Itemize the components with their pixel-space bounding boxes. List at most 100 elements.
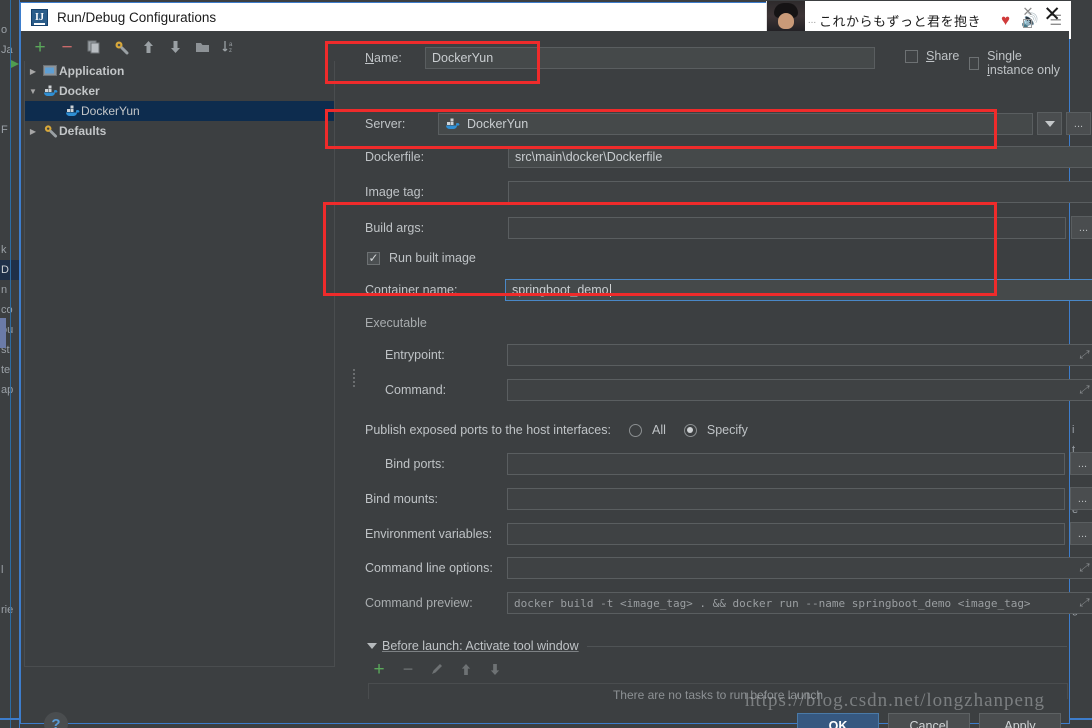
tree-item-label: Docker	[59, 84, 100, 98]
run-built-image-checkbox[interactable]	[367, 251, 380, 265]
new-folder-button[interactable]	[194, 39, 210, 55]
application-icon	[41, 65, 59, 77]
ok-button[interactable]: OK	[797, 713, 879, 728]
help-button[interactable]: ?	[44, 712, 68, 728]
run-built-image-row[interactable]: Run built image	[367, 251, 476, 265]
move-task-up-button	[458, 661, 474, 677]
edit-templates-button[interactable]	[113, 39, 129, 55]
move-down-button[interactable]	[167, 39, 183, 55]
defaults-icon	[41, 124, 59, 138]
ports-all-radio[interactable]	[628, 423, 642, 437]
background-code-line	[1070, 300, 1092, 320]
dockerfile-field-row: Dockerfile: src\main\docker\Dockerfile	[365, 146, 1092, 168]
single-instance-checkbox[interactable]	[969, 56, 980, 70]
expand-triangle-icon[interactable]: ▶	[25, 67, 41, 76]
panel-splitter[interactable]	[352, 367, 356, 393]
publish-ports-label: Publish exposed ports to the host interf…	[365, 423, 611, 437]
add-task-button[interactable]: +	[371, 660, 387, 679]
close-icon[interactable]: ✕	[1039, 4, 1065, 25]
command-row: Command: ⤢	[385, 379, 1092, 401]
ports-specify-radio[interactable]	[683, 423, 697, 437]
background-code-line	[1070, 60, 1092, 80]
bind-ports-browse-button[interactable]: ...	[1070, 452, 1092, 475]
expand-icon[interactable]: ⤢	[1079, 349, 1088, 362]
ports-all-label: All	[651, 423, 666, 437]
command-input[interactable]: ⤢	[507, 379, 1092, 401]
build-args-input[interactable]	[508, 216, 1066, 239]
apply-button[interactable]: Apply	[979, 713, 1061, 728]
env-vars-label: Environment variables:	[365, 526, 493, 541]
bind-ports-row: Bind ports: ...	[385, 452, 1092, 475]
name-field-row: Name: DockerYun	[365, 47, 875, 69]
expand-icon[interactable]: ⤢	[1079, 384, 1088, 397]
tree-item-dockeryun[interactable]: DockerYun	[25, 101, 334, 121]
expand-icon[interactable]: ⤢	[1079, 562, 1088, 575]
sort-configurations-button[interactable]: az	[221, 39, 237, 55]
build-args-browse-button[interactable]: ...	[1071, 216, 1092, 239]
container-name-input[interactable]: springboot_demo	[505, 279, 1092, 301]
add-configuration-button[interactable]: +	[32, 38, 48, 57]
svg-text:z: z	[229, 48, 232, 54]
tree-toolbar: + − a z	[24, 34, 335, 60]
tree-item-label: Defaults	[59, 124, 107, 138]
bind-ports-input[interactable]	[507, 452, 1065, 475]
remove-configuration-button[interactable]: −	[59, 38, 75, 57]
screenshot-root: oJaFkDncooustteaplrie itDoeg IJ Run/Debu…	[0, 0, 1092, 728]
collapse-triangle-icon[interactable]: ▼	[25, 87, 41, 96]
image-tag-input[interactable]	[508, 181, 1092, 203]
collapse-triangle-icon[interactable]	[367, 643, 377, 649]
copy-configuration-button[interactable]	[86, 39, 102, 55]
heart-icon[interactable]: ♥	[1001, 13, 1010, 28]
env-vars-input[interactable]	[507, 522, 1065, 545]
command-label: Command:	[385, 383, 447, 397]
background-code-line: i	[1072, 424, 1075, 436]
restore-icon[interactable]: ✕	[1022, 5, 1033, 18]
dialog-title: Run/Debug Configurations	[57, 9, 217, 25]
command-preview-label: Command preview:	[365, 596, 473, 610]
cancel-button[interactable]: Cancel	[888, 713, 970, 728]
executable-section-label-row: Executable	[365, 316, 427, 330]
bind-mounts-input[interactable]	[507, 487, 1065, 510]
docker-icon	[41, 85, 59, 97]
bind-mounts-row: Bind mounts: ...	[365, 487, 1092, 510]
edit-task-button	[429, 661, 445, 677]
single-instance-checkbox-row[interactable]: Single instance only	[969, 49, 1069, 77]
bind-ports-label: Bind ports:	[385, 456, 445, 471]
server-dropdown-button[interactable]	[1037, 112, 1062, 135]
window-controls: ✕ ✕	[1022, 4, 1065, 28]
tree-item-defaults[interactable]: ▶ Defaults	[25, 121, 334, 141]
tree-item-application[interactable]: ▶ Application	[25, 61, 334, 81]
background-code-line	[1070, 80, 1092, 100]
share-checkbox[interactable]	[905, 49, 918, 63]
background-code-line	[1070, 320, 1092, 340]
command-preview-field: docker build -t <image_tag> . && docker …	[507, 592, 1092, 614]
share-checkbox-row[interactable]: Share	[905, 49, 959, 63]
docker-icon	[63, 105, 81, 117]
background-code-line	[1070, 260, 1092, 280]
restore-minimize-group: ✕	[1022, 5, 1033, 28]
env-vars-browse-button[interactable]: ...	[1070, 522, 1092, 545]
background-code-line	[1070, 400, 1092, 420]
minimize-icon[interactable]	[1023, 19, 1033, 28]
server-browse-button[interactable]: ...	[1066, 112, 1091, 135]
server-combobox[interactable]: DockerYun	[438, 112, 1033, 135]
server-field-row: Server: DockerYun ...	[365, 112, 1091, 135]
dockerfile-input[interactable]: src\main\docker\Dockerfile	[508, 146, 1092, 168]
cli-options-input[interactable]: ⤢	[507, 557, 1092, 579]
container-name-row: Container name: springboot_demo	[365, 279, 1092, 301]
executable-label: Executable	[365, 316, 427, 330]
tree-item-docker[interactable]: ▼ Docker	[25, 81, 334, 101]
entrypoint-input[interactable]: ⤢	[507, 344, 1092, 366]
configurations-tree[interactable]: ▶ Application ▼ Docker DockerYun ▶ Defaults	[24, 61, 335, 667]
before-launch-header[interactable]: Before launch: Activate tool window	[367, 639, 1067, 653]
dialog-titlebar: IJ Run/Debug Configurations ... これからもずっと…	[21, 1, 1071, 39]
container-name-value: springboot_demo	[512, 283, 609, 297]
run-debug-configurations-dialog: IJ Run/Debug Configurations ... これからもずっと…	[20, 1, 1092, 728]
bind-mounts-browse-button[interactable]: ...	[1070, 487, 1092, 510]
expand-icon[interactable]: ⤢	[1079, 596, 1088, 610]
tree-item-label: Application	[59, 64, 125, 78]
name-input[interactable]: DockerYun	[425, 47, 875, 69]
move-up-button[interactable]	[140, 39, 156, 55]
expand-triangle-icon[interactable]: ▶	[25, 127, 41, 136]
server-label: Server:	[365, 116, 406, 131]
